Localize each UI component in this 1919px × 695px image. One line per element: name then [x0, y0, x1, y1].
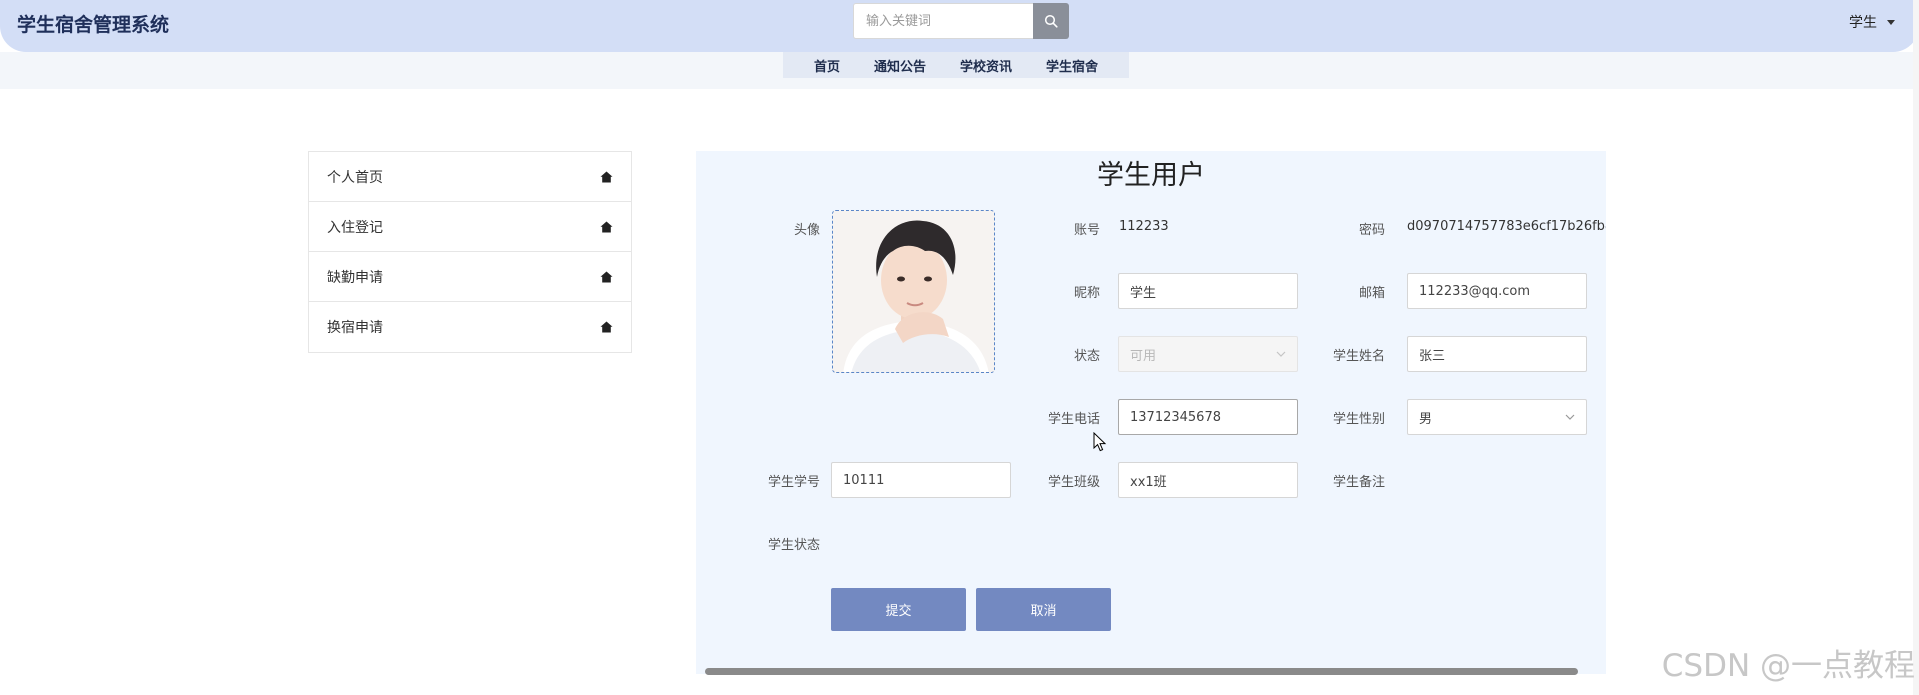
gender-select[interactable]: 男 — [1407, 399, 1587, 435]
sidebar: 个人首页 入住登记 缺勤申请 换宿申请 — [308, 151, 632, 353]
submit-button[interactable]: 提交 — [831, 588, 966, 631]
brand-title: 学生宿舍管理系统 — [17, 14, 170, 36]
sidebar-item-label: 换宿申请 — [327, 320, 383, 336]
phone-label: 学生电话 — [1047, 412, 1100, 427]
cancel-button[interactable]: 取消 — [976, 588, 1111, 631]
home-icon — [600, 221, 613, 232]
home-icon — [600, 321, 613, 333]
email-label: 邮箱 — [1358, 286, 1385, 301]
avatar-label: 头像 — [793, 223, 820, 238]
status-label: 状态 — [1073, 349, 1100, 364]
avatar-upload[interactable] — [832, 210, 995, 373]
nav-item-dorm[interactable]: 学生宿舍 — [1046, 56, 1098, 75]
horizontal-scrollbar[interactable] — [705, 668, 1578, 675]
nav-item-news[interactable]: 学校资讯 — [960, 56, 1012, 75]
student-no-field[interactable] — [831, 462, 1011, 498]
class-label: 学生班级 — [1047, 475, 1100, 490]
search-icon — [1044, 14, 1058, 28]
vertical-scrollbar[interactable] — [1913, 0, 1919, 695]
user-menu[interactable]: 学生 — [1849, 12, 1895, 32]
mouse-cursor-icon — [1093, 432, 1107, 452]
gender-label: 学生性别 — [1332, 412, 1385, 427]
remark-label: 学生备注 — [1332, 475, 1385, 490]
account-value: 112233 — [1119, 219, 1169, 234]
top-header: 学生宿舍管理系统 学生 — [0, 0, 1919, 52]
search-button[interactable] — [1033, 3, 1069, 39]
main-nav: 首页 通知公告 学校资讯 学生宿舍 — [783, 52, 1129, 78]
sidebar-item-profile[interactable]: 个人首页 — [309, 152, 631, 202]
name-field[interactable] — [1407, 336, 1587, 372]
status-select: 可用 — [1118, 336, 1298, 372]
page-title: 学生用户 — [1097, 160, 1205, 191]
password-label: 密码 — [1358, 223, 1385, 238]
home-icon — [600, 271, 613, 282]
sidebar-item-label: 个人首页 — [327, 169, 383, 186]
name-label: 学生姓名 — [1332, 349, 1385, 364]
avatar-photo — [833, 211, 994, 372]
class-field[interactable] — [1118, 462, 1298, 498]
nav-item-notice[interactable]: 通知公告 — [874, 56, 926, 75]
sidebar-item-label: 缺勤申请 — [327, 269, 383, 286]
sidebar-item-label: 入住登记 — [327, 219, 383, 236]
student-no-label: 学生学号 — [767, 475, 820, 490]
chevron-down-icon — [1276, 351, 1286, 357]
chevron-down-icon — [1887, 19, 1895, 25]
email-field[interactable] — [1407, 273, 1587, 309]
student-status-label: 学生状态 — [767, 538, 820, 553]
chevron-down-icon — [1565, 414, 1575, 420]
sidebar-item-absence[interactable]: 缺勤申请 — [309, 252, 631, 302]
nickname-label: 昵称 — [1073, 286, 1100, 301]
watermark: CSDN @一点教程 — [1661, 648, 1915, 684]
gender-select-value: 男 — [1419, 411, 1433, 427]
search-box — [853, 3, 1069, 39]
home-icon — [600, 171, 613, 182]
status-select-value: 可用 — [1130, 348, 1157, 364]
sidebar-item-checkin[interactable]: 入住登记 — [309, 202, 631, 252]
search-input[interactable] — [853, 3, 1033, 39]
sidebar-item-room-change[interactable]: 换宿申请 — [309, 302, 631, 352]
user-menu-label: 学生 — [1849, 15, 1877, 31]
password-value: d0970714757783e6cf17b26fb8e2 — [1407, 219, 1606, 234]
phone-field[interactable] — [1118, 399, 1298, 435]
nickname-field[interactable] — [1118, 273, 1298, 309]
account-label: 账号 — [1073, 223, 1100, 238]
nav-item-home[interactable]: 首页 — [814, 56, 840, 75]
profile-form-panel: 学生用户 头像 账号 112233 密码 d0970714757783e6cf1… — [696, 151, 1606, 674]
